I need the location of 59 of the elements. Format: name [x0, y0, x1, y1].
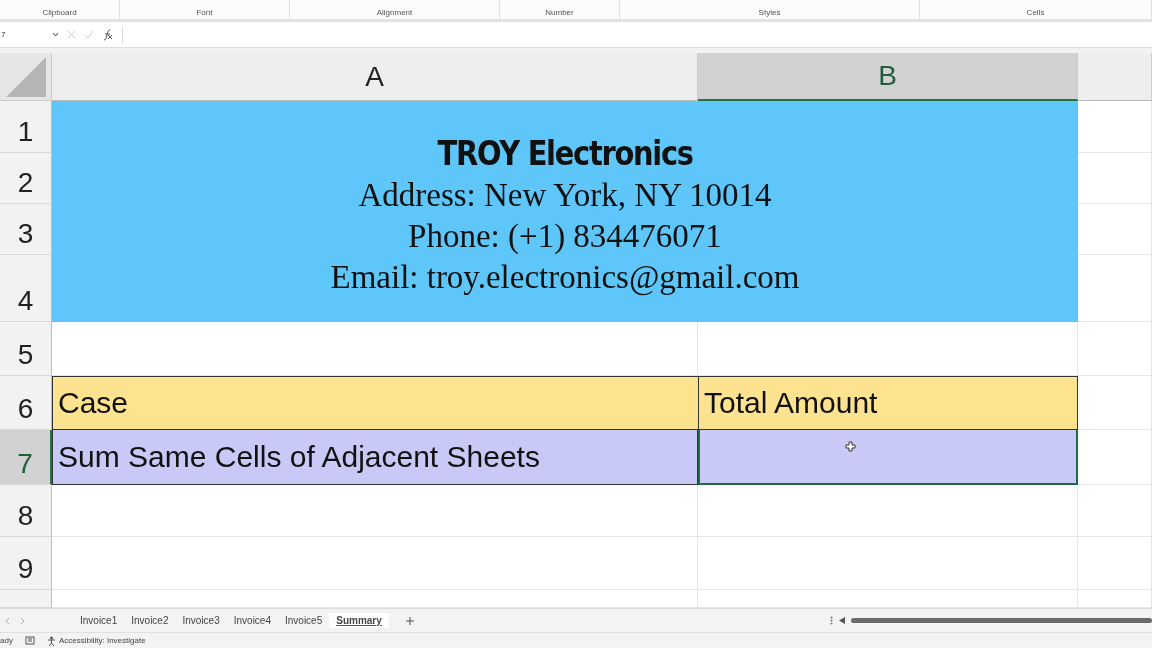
ribbon-group-label: Clipboard [0, 0, 120, 19]
cell-cursor-icon [845, 441, 856, 452]
empty-cell[interactable] [1078, 101, 1152, 153]
ribbon-group-label: Number [500, 0, 620, 19]
contact-line: Address: New York, NY 10014 [358, 177, 772, 214]
contact-line: Phone: (+1) 834476071 [408, 218, 722, 255]
name-box[interactable]: 7 [0, 30, 59, 39]
empty-cell[interactable] [698, 537, 1078, 590]
company-title: TROY Electronics [437, 133, 693, 173]
contact-line: Email: troy.electronics@gmail.com [330, 259, 800, 296]
column-header[interactable] [1078, 53, 1152, 101]
column-header[interactable]: A [52, 53, 698, 101]
ribbon-group-label: Styles [620, 0, 920, 19]
function-icon[interactable] [102, 28, 114, 41]
row-header[interactable]: 5 [0, 322, 52, 376]
sheet-tab[interactable]: Invoice3 [175, 613, 227, 628]
empty-cell[interactable] [698, 485, 1078, 537]
table-header-cell: Case [52, 376, 698, 430]
previous-sheet-icon[interactable] [5, 616, 10, 625]
row-header[interactable]: 6 [0, 376, 52, 430]
row-header[interactable]: 2 [0, 153, 52, 204]
cancel-icon[interactable] [67, 30, 76, 39]
row-header[interactable]: 1 [0, 101, 52, 153]
macro-icon[interactable] [24, 636, 35, 645]
accessibility-icon[interactable] [46, 635, 56, 646]
table-header-cell: Total Amount [698, 376, 1078, 430]
column-header[interactable]: B [698, 53, 1078, 101]
sheet-tab[interactable]: Invoice4 [226, 613, 278, 628]
empty-cell[interactable] [1078, 322, 1152, 376]
horizontal-scrollbar[interactable] [851, 618, 1152, 623]
next-sheet-icon[interactable] [20, 616, 25, 625]
row-header[interactable]: 8 [0, 485, 52, 537]
status-mode: ady [0, 636, 13, 645]
empty-cell[interactable] [1078, 485, 1152, 537]
sheet-tab[interactable]: Invoice1 [73, 613, 125, 628]
empty-cell[interactable] [1078, 204, 1152, 255]
row-header[interactable] [0, 590, 52, 608]
row-header[interactable]: 3 [0, 204, 52, 255]
ribbon-group-label: Font [120, 0, 290, 19]
select-all-corner[interactable] [0, 53, 52, 101]
sheet-tab[interactable]: Invoice2 [124, 613, 176, 628]
check-icon[interactable] [84, 30, 94, 39]
ribbon-group-label: Alignment [290, 0, 500, 19]
empty-cell[interactable] [1078, 255, 1152, 322]
table-cell[interactable] [698, 430, 1078, 485]
table-cell: Sum Same Cells of Adjacent Sheets [52, 430, 698, 485]
empty-cell[interactable] [1078, 537, 1152, 590]
sheet-tab[interactable]: Summary [329, 613, 389, 628]
sheet-tab[interactable]: Invoice5 [278, 613, 330, 628]
row-header[interactable]: 9 [0, 537, 52, 590]
scroll-left-icon[interactable] [839, 617, 845, 624]
add-sheet-icon[interactable] [404, 615, 415, 626]
row-header[interactable]: 4 [0, 255, 52, 322]
more-icon[interactable] [830, 616, 833, 625]
empty-cell[interactable] [1078, 153, 1152, 204]
accessibility-status[interactable]: Accessibility: Investigate [58, 636, 146, 645]
ribbon-group-label: Cells [920, 0, 1152, 19]
caret-icon [52, 32, 59, 37]
row-header[interactable]: 7 [0, 430, 52, 485]
